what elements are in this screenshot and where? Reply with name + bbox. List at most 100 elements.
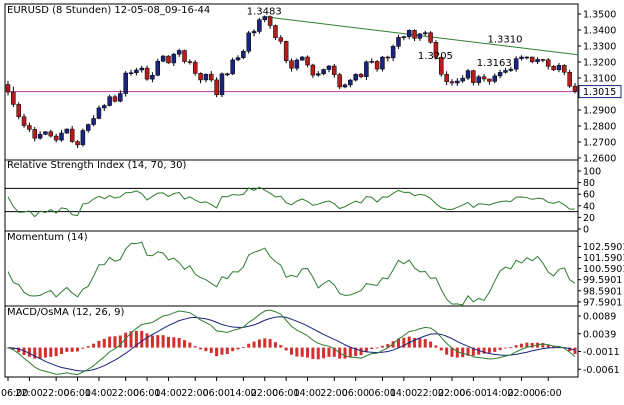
candle-up [96,107,102,119]
osma-bar [102,338,106,348]
osma-bar [86,346,90,348]
osma-bar [236,347,240,350]
candle-up [417,33,423,39]
y-tick-label: 20 [583,213,595,224]
candle-up [519,56,524,59]
candle-down [471,70,476,83]
candle-down [144,67,150,80]
candle-up [348,79,353,86]
candle-up [257,19,262,32]
y-tick-label: 1.3100 [583,74,616,85]
osma-bar [199,347,203,350]
x-tick-label: 14:00 [85,388,112,399]
candle-up [396,37,401,47]
momentum-title: Momentum (14) [7,232,88,243]
osma-bar [306,347,310,358]
price-annotation: 1.3310 [487,34,522,45]
osma-bar [81,347,85,349]
y-tick-label: 1.3500 [583,10,616,21]
candle-up [246,32,251,52]
y-tick-label: 0 [583,225,589,236]
osma-bar [215,347,219,357]
osma-bar [172,337,176,348]
candle-down [487,78,492,82]
candle-down [112,96,118,102]
osma-bar [231,347,235,352]
chart-title: EURUSD (8 Stunden) 12-05-08_09-16-44 [7,5,210,16]
candle-down [27,125,32,130]
candle-down [289,60,294,69]
candle-up [497,72,503,77]
candle-up [476,76,481,83]
candle-down [358,74,364,77]
osma-bar [455,347,459,358]
eurusd-chart: EURUSD (8 Stunden) 12-05-08_09-16-44 1.34… [0,0,624,405]
x-tick-label: 22:00 [508,388,535,399]
candle-down [412,30,417,39]
osma-bar [252,341,256,348]
candle-up [37,134,43,139]
x-tick-label: 06:00 [342,388,369,399]
osma-bar [38,347,42,359]
candle-down [572,85,578,92]
osma-bar [380,345,384,348]
y-tick-label: 101.5901 [583,253,624,264]
candle-down [21,116,27,126]
y-tick-label: 97.5901 [583,297,622,308]
candle-up [369,61,374,63]
osma-bar [418,338,422,348]
y-tick-label: 99.5901 [583,275,622,286]
candle-up [535,59,540,63]
y-tick-label: 40 [583,201,595,212]
candle-up [422,32,428,35]
candle-down [198,73,203,81]
y-tick-label: 80 [583,178,595,189]
candle-up [353,74,358,81]
osma-bar [273,342,277,348]
y-tick-label: 102.5901 [583,242,624,253]
candle-down [305,56,310,66]
candle-up [326,65,332,70]
candle-down [546,59,551,67]
candle-up [43,131,48,135]
y-tick-label: 100.5901 [583,264,624,275]
osma-bar [156,335,160,348]
osma-bar [279,345,283,348]
osma-bar [311,347,315,359]
y-tick-label: 0.0039 [583,329,616,340]
y-tick-label: 1.2600 [583,154,616,165]
y-tick-label: 1.3300 [583,42,616,53]
osma-bar [49,347,53,357]
candle-up [80,130,86,146]
osma-bar [17,347,21,353]
pane-frame [4,3,579,161]
osma-bar [370,347,374,350]
candle-down [529,56,535,63]
osma-bar [530,342,534,348]
y-tick-label: 1.3400 [583,26,616,37]
candle-up [59,132,64,141]
candle-up [406,30,412,37]
price-annotation: 1.3483 [247,7,282,18]
osma-bar [241,347,245,349]
candle-down [267,16,273,26]
osma-bar [429,341,433,348]
y-tick-label: 1.2900 [583,106,616,117]
osma-bar [76,347,80,352]
candle-up [321,69,326,75]
candle-down [481,76,487,80]
osma-bar [161,335,165,348]
y-tick-label: -0.0011 [583,347,620,358]
candle-up [102,105,107,109]
candle-up [460,77,465,82]
pane-frame [4,230,579,307]
osma-bar [487,347,491,353]
candle-up [556,65,562,71]
candle-down [278,37,284,42]
osma-bar [54,347,58,357]
osma-bar [343,347,347,359]
osma-bar [284,347,288,351]
osma-bar [434,345,438,348]
osma-bar [150,335,154,348]
osma-bar [257,339,261,348]
